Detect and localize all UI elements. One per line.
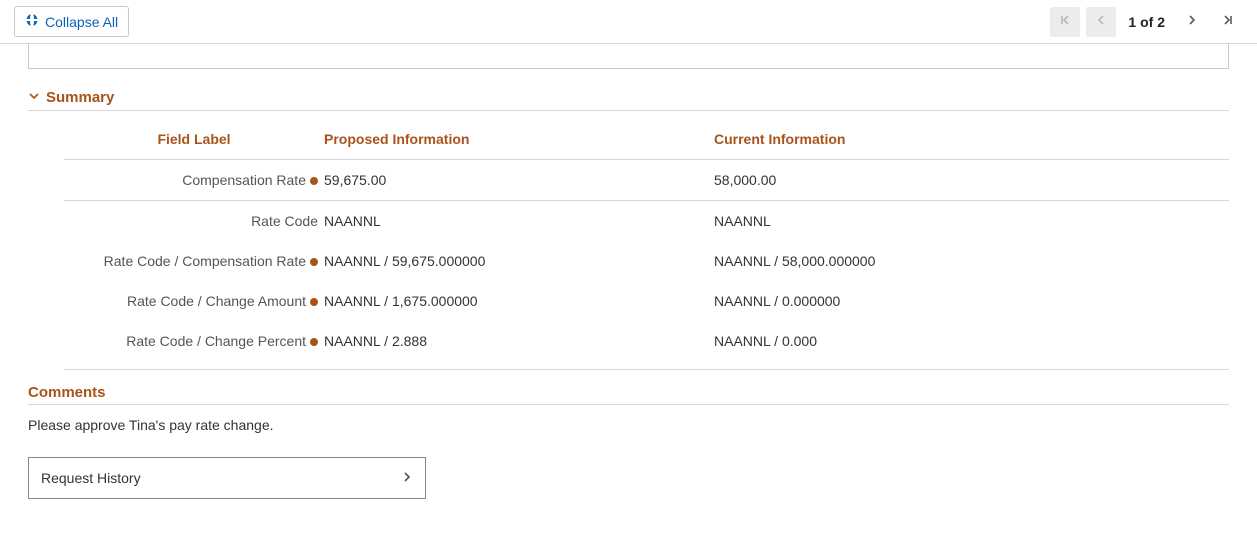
page-first-button[interactable] [1050, 7, 1080, 37]
proposed-cell: 59,675.00 [324, 172, 714, 188]
changed-indicator-icon [310, 338, 318, 346]
chevron-right-icon [1186, 14, 1198, 29]
page-last-button[interactable] [1213, 7, 1243, 37]
proposed-cell: NAANNL / 2.888 [324, 333, 714, 349]
changed-indicator-icon [310, 258, 318, 266]
proposed-cell: NAANNL / 1,675.000000 [324, 293, 714, 309]
field-label-cell: Rate Code [64, 213, 324, 229]
chevron-down-icon [28, 89, 40, 106]
summary-table: Field Label Proposed Information Current… [64, 119, 1229, 370]
field-label-cell: Rate Code / Change Amount [64, 293, 324, 309]
table-header-row: Field Label Proposed Information Current… [64, 119, 1229, 160]
collapse-all-button[interactable]: Collapse All [14, 6, 129, 37]
table-row: Rate Code / Compensation RateNAANNL / 59… [64, 241, 1229, 281]
field-label-cell: Rate Code / Compensation Rate [64, 253, 324, 269]
page-next-button[interactable] [1177, 7, 1207, 37]
changed-indicator-icon [310, 298, 318, 306]
paginator: 1 of 2 [1050, 7, 1243, 37]
table-row: Rate Code / Change PercentNAANNL / 2.888… [64, 321, 1229, 361]
message-panel [28, 43, 1229, 69]
proposed-cell: NAANNL [324, 213, 714, 229]
current-cell: NAANNL [714, 213, 1229, 229]
field-label-cell: Compensation Rate [64, 172, 324, 188]
col-field-label: Field Label [64, 131, 324, 147]
collapse-all-label: Collapse All [45, 14, 118, 30]
changed-indicator-icon [310, 177, 318, 185]
request-history-label: Request History [41, 470, 141, 486]
chevron-left-icon [1095, 14, 1107, 29]
summary-title: Summary [46, 89, 114, 106]
proposed-cell: NAANNL / 59,675.000000 [324, 253, 714, 269]
col-current: Current Information [714, 131, 1229, 147]
current-cell: NAANNL / 0.000000 [714, 293, 1229, 309]
chevron-first-icon [1059, 14, 1071, 29]
table-row: Rate CodeNAANNLNAANNL [64, 201, 1229, 241]
summary-section-toggle[interactable]: Summary [28, 69, 1229, 111]
current-cell: NAANNL / 0.000 [714, 333, 1229, 349]
comments-text: Please approve Tina's pay rate change. [28, 405, 1229, 433]
field-label-cell: Rate Code / Change Percent [64, 333, 324, 349]
col-proposed: Proposed Information [324, 131, 714, 147]
table-row: Compensation Rate59,675.0058,000.00 [64, 160, 1229, 201]
page-indicator: 1 of 2 [1122, 14, 1171, 30]
current-cell: 58,000.00 [714, 172, 1229, 188]
table-row: Rate Code / Change AmountNAANNL / 1,675.… [64, 281, 1229, 321]
chevron-right-icon [401, 470, 413, 486]
chevron-last-icon [1222, 14, 1234, 29]
page-prev-button[interactable] [1086, 7, 1116, 37]
current-cell: NAANNL / 58,000.000000 [714, 253, 1229, 269]
collapse-icon [25, 13, 39, 30]
comments-label: Comments [28, 370, 1229, 405]
request-history-button[interactable]: Request History [28, 457, 426, 499]
